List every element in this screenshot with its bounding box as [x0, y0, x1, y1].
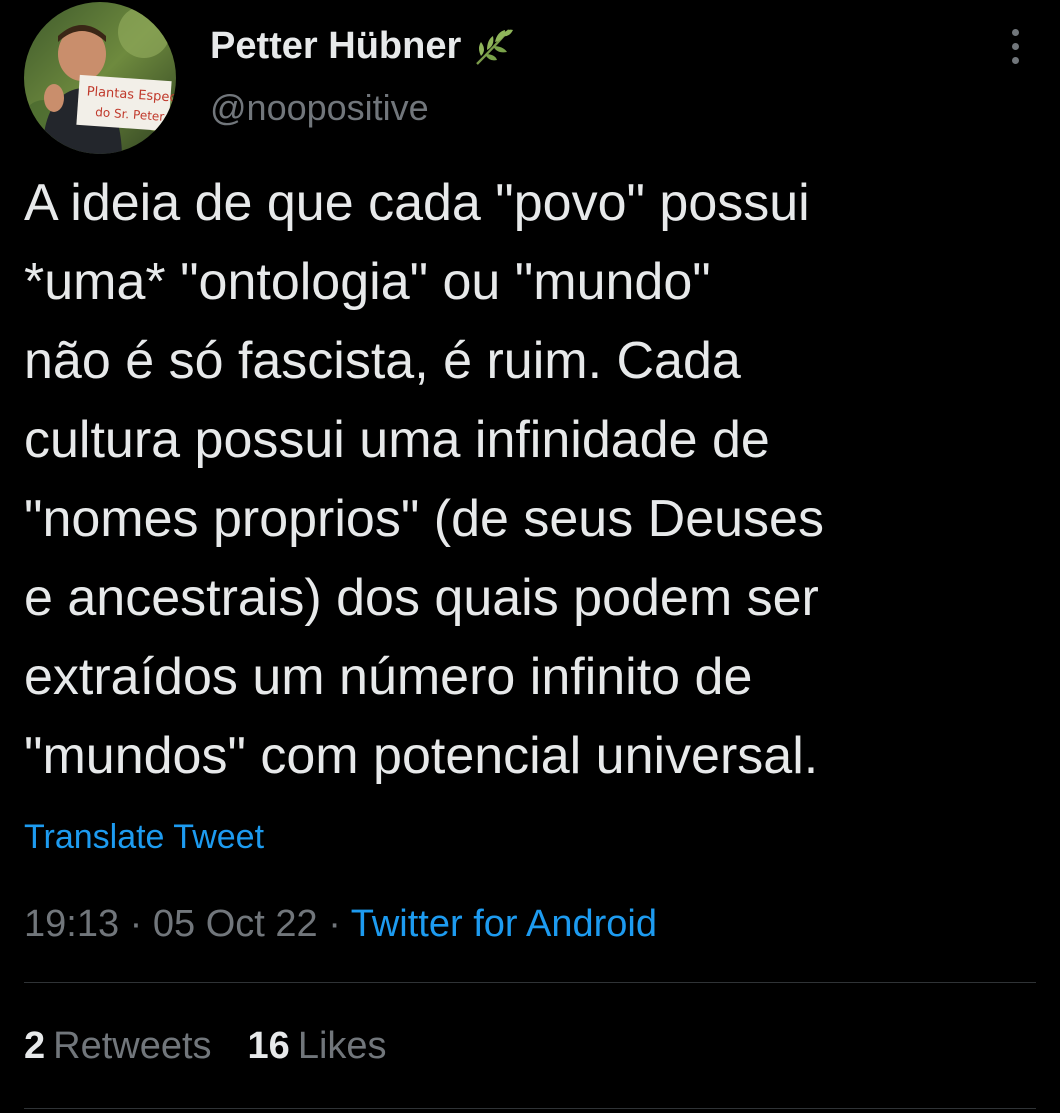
tweet-text-line: "mundos" com potencial universal.: [24, 727, 819, 785]
tweet-text-line: *uma* "ontologia" ou "mundo": [24, 253, 711, 311]
tweet-text-line: não é só fascista, é ruim. Cada: [24, 332, 741, 390]
tweet-time[interactable]: 19:13: [24, 903, 119, 945]
author-handle[interactable]: @noopositive: [210, 84, 429, 132]
divider: [24, 982, 1036, 983]
likes-count: 16: [247, 1025, 290, 1067]
retweets-label: Retweets: [53, 1025, 212, 1067]
retweets-stat[interactable]: 2 Retweets: [24, 1020, 212, 1072]
meta-separator: ·: [328, 903, 341, 945]
more-vertical-icon-dot: [1011, 42, 1019, 50]
tweet-stats: 2 Retweets 16 Likes: [24, 1020, 387, 1072]
more-options-button[interactable]: [996, 22, 1034, 70]
retweets-count: 2: [24, 1025, 46, 1067]
author-name[interactable]: Petter Hübner: [210, 20, 515, 72]
herb-icon: [476, 29, 514, 65]
tweet-text-line: extraídos um número infinito de: [24, 648, 753, 706]
avatar-photo: Plantas Especiais do Sr. Peter: [24, 2, 176, 154]
more-vertical-icon-dot: [1011, 56, 1019, 64]
likes-label: Likes: [297, 1025, 387, 1067]
author-name-text: Petter Hübner: [210, 25, 462, 67]
tweet-detail: Plantas Especiais do Sr. Peter Petter Hü…: [0, 0, 1060, 1113]
tweet-date[interactable]: 05 Oct 22: [153, 903, 318, 945]
tweet-text-line: A ideia de que cada "povo" possui: [24, 174, 810, 232]
tweet-metadata: 19:13 · 05 Oct 22 · Twitter for Android: [24, 898, 657, 950]
tweet-text-line: e ancestrais) dos quais podem ser: [24, 569, 819, 627]
avatar[interactable]: Plantas Especiais do Sr. Peter: [24, 2, 176, 154]
tweet-source-link[interactable]: Twitter for Android: [351, 903, 657, 945]
tweet-text-line: "nomes proprios" (de seus Deuses: [24, 490, 824, 548]
divider: [24, 1108, 1036, 1109]
likes-stat[interactable]: 16 Likes: [248, 1020, 387, 1072]
tweet-text-line: cultura possui uma infinidade de: [24, 411, 770, 469]
translate-tweet-link[interactable]: Translate Tweet: [24, 814, 264, 860]
tweet-text: A ideia de que cada "povo" possui *uma* …: [24, 164, 1034, 796]
meta-separator: ·: [129, 903, 143, 945]
more-vertical-icon: [1011, 28, 1019, 36]
